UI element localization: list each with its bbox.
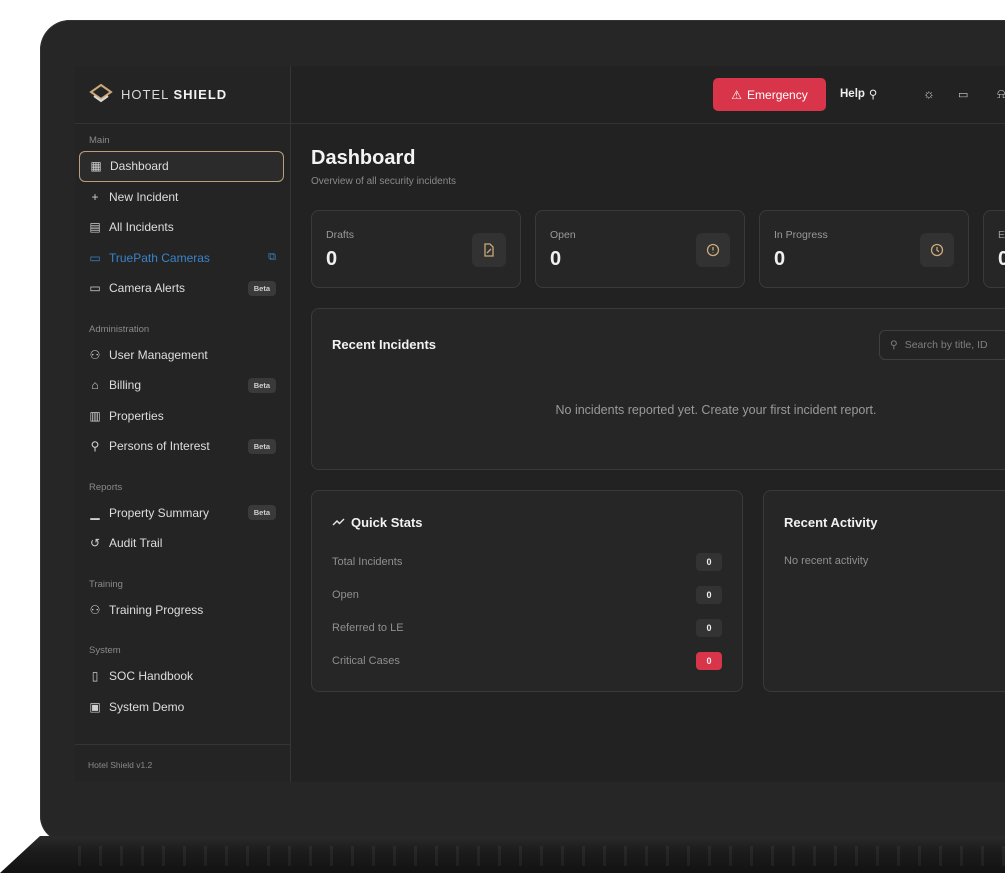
critical-count-badge: 0 [696, 652, 722, 670]
recent-activity-empty: No recent activity [784, 555, 869, 567]
sidebar-item-label: Audit Trail [109, 536, 163, 551]
stat-card-drafts[interactable]: Drafts 0 [311, 210, 521, 288]
user-search-icon: ⚲ [90, 439, 100, 454]
sidebar-item-label: Persons of Interest [109, 439, 210, 454]
count-badge: 0 [696, 553, 722, 571]
sidebar-item-label: TruePath Cameras [109, 250, 210, 265]
sidebar-item-system-demo[interactable]: ▣ System Demo [79, 692, 284, 723]
brand-name: HOTEL SHIELD [121, 87, 228, 102]
stat-card-open[interactable]: Open 0 [535, 210, 745, 288]
nav-section-label: System [89, 645, 121, 656]
bar-chart-icon: ▁ [90, 505, 100, 520]
external-link-icon[interactable]: ⧉ [268, 251, 276, 264]
sidebar-item-billing[interactable]: ⌂ Billing Beta [79, 370, 284, 401]
count-badge: 0 [696, 586, 722, 604]
history-icon: ↺ [89, 536, 101, 551]
quick-stat-row: Open 0 [332, 586, 722, 604]
sidebar-item-label: Billing [109, 378, 142, 393]
clock-icon [920, 233, 954, 267]
trending-up-icon [332, 515, 345, 530]
users-icon: ⚇ [89, 347, 101, 362]
camera-icon[interactable]: ▭ [958, 88, 968, 101]
nav-section-label: Training [89, 578, 123, 590]
sidebar-item-label: Camera Alerts [109, 281, 186, 296]
quick-stat-row: Critical Cases 0 [332, 652, 722, 670]
users-icon: ⚇ [89, 602, 101, 617]
sidebar-item-label: New Incident [109, 189, 179, 204]
sidebar-item-label: Properties [109, 408, 164, 423]
camera-icon: ▭ [89, 281, 101, 296]
nav-section-label: Main [89, 135, 110, 146]
sidebar-item-all-incidents[interactable]: ▤ All Incidents [79, 212, 284, 243]
sidebar-item-property-summary[interactable]: ▁ Property Summary Beta [79, 498, 284, 529]
recent-incidents-title: Recent Incidents [332, 337, 437, 352]
draft-file-icon [472, 233, 506, 267]
camera-icon: ▭ [89, 250, 101, 265]
beta-badge: Beta [247, 438, 276, 454]
beta-badge: Beta [247, 377, 276, 393]
sidebar-item-label: Training Progress [109, 602, 204, 617]
sun-icon[interactable]: ☼ [923, 86, 935, 101]
sidebar-item-label: System Demo [109, 699, 185, 714]
building-icon: ▥ [89, 408, 101, 423]
grid-icon: ▦ [90, 159, 102, 174]
help-button[interactable]: Help ⚲ [840, 87, 877, 101]
empty-state-message: No incidents reported yet. Create your f… [555, 403, 877, 417]
stat-card-in-progress[interactable]: In Progress 0 [759, 210, 969, 288]
bank-icon: ⌂ [91, 378, 99, 393]
quick-stats-title: Quick Stats [332, 515, 423, 530]
sidebar-item-persons-of-interest[interactable]: ⚲ Persons of Interest Beta [79, 431, 284, 462]
version-label: Hotel Shield v1.2 [75, 744, 290, 782]
quick-stat-row: Total Incidents 0 [332, 553, 722, 571]
recent-activity-title: Recent Activity [784, 515, 878, 530]
plus-icon: + [91, 189, 99, 204]
sidebar-item-audit-trail[interactable]: ↺ Audit Trail [79, 528, 284, 559]
sidebar-item-label: Property Summary [109, 505, 210, 520]
incident-search-input[interactable]: ⚲ Search by title, ID [879, 330, 1005, 360]
emergency-button[interactable]: ⚠ Emergency [713, 78, 826, 111]
sidebar-item-label: User Management [109, 347, 208, 362]
search-icon: ⚲ [890, 339, 898, 351]
sidebar: HOTEL SHIELD Main ▦ Dashboard + New Incident… [75, 66, 291, 782]
sidebar-nav: Main ▦ Dashboard + New Incident ▤ All Incident… [75, 124, 290, 744]
sidebar-item-soc-handbook[interactable]: ▯ SOC Handbook [79, 661, 284, 692]
laptop-keyboard [0, 836, 1005, 873]
page-title: Dashboard [311, 147, 416, 169]
page-subtitle: Overview of all security incidents [311, 176, 457, 187]
count-badge: 0 [696, 619, 722, 637]
app-window: HOTEL SHIELD Main ▦ Dashboard + New Incident… [75, 66, 1005, 782]
sidebar-item-truepath-cameras[interactable]: ▭ TruePath Cameras ⧉ [79, 243, 284, 274]
nav-section-label: Administration [89, 323, 150, 335]
nav-section-label: Reports [89, 481, 123, 493]
sidebar-item-new-incident[interactable]: + New Incident [79, 182, 284, 213]
monitor-icon: ▣ [89, 699, 101, 714]
sidebar-item-user-management[interactable]: ⚇ User Management [79, 340, 284, 371]
beta-badge: Beta [247, 280, 276, 296]
sidebar-item-dashboard[interactable]: ▦ Dashboard [79, 151, 284, 182]
sidebar-item-training-progress[interactable]: ⚇ Training Progress [79, 595, 284, 626]
sidebar-item-label: Dashboard [110, 159, 169, 174]
stat-card-partial[interactable]: E 0 [983, 210, 1005, 288]
recent-incidents-panel: Recent Incidents ⚲ Search by title, ID N… [311, 308, 1005, 470]
sidebar-item-properties[interactable]: ▥ Properties [79, 401, 284, 432]
recent-activity-panel: Recent Activity No recent activity [763, 490, 1005, 692]
top-bar: ⚠ Emergency Help ⚲ ☼ ▭ ⍾ [291, 66, 1005, 124]
sidebar-item-label: All Incidents [109, 220, 174, 235]
main-content: ⚠ Emergency Help ⚲ ☼ ▭ ⍾ Dashboard Overv… [291, 66, 1005, 782]
beta-badge: Beta [247, 505, 276, 521]
document-icon: ▤ [89, 220, 101, 235]
bell-icon[interactable]: ⍾ [997, 86, 1005, 102]
warning-icon: ⚠ [731, 87, 743, 102]
alert-circle-icon [696, 233, 730, 267]
sidebar-item-label: SOC Handbook [109, 669, 194, 684]
shield-logo-icon [89, 83, 113, 102]
book-icon: ▯ [91, 669, 99, 684]
quick-stats-panel: Quick Stats Total Incidents 0 Open 0 Ref… [311, 490, 743, 692]
sidebar-item-camera-alerts[interactable]: ▭ Camera Alerts Beta [79, 273, 284, 304]
quick-stat-row: Referred to LE 0 [332, 619, 722, 637]
search-icon: ⚲ [868, 89, 878, 101]
brand-logo[interactable]: HOTEL SHIELD [75, 66, 290, 124]
